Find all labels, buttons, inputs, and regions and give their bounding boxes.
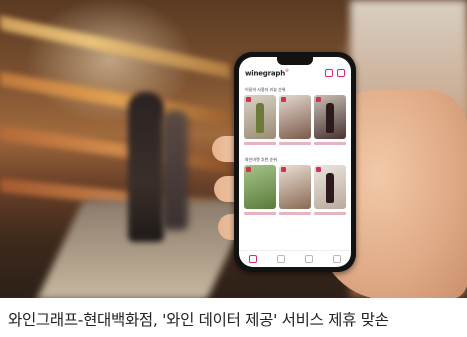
phone-notch [277,57,313,65]
rating [244,142,276,145]
wine-card [279,165,311,209]
rating [279,212,311,215]
photo-caption: 와인그래프-현대백화점, '와인 데이터 제공' 서비스 제휴 맞손 [0,300,467,337]
wine-bottle-image [326,173,334,203]
rating [314,142,346,145]
rank-badge [281,167,286,172]
wine-meta-row [244,141,349,147]
shopper-silhouette [162,110,188,230]
rank-badge [246,97,251,102]
wine-card-row [244,95,349,139]
rank-badge [316,167,321,172]
app-logo: winegraph® [245,68,289,78]
bookmark-icon [305,255,313,263]
wine-card [314,165,346,209]
store-shelf [0,125,230,173]
wine-card [314,95,346,139]
rating [244,212,276,215]
bottom-tab-bar [239,250,351,267]
section-title: 이달의 사용자 리뷰 순위 [245,87,286,92]
wine-card [244,165,276,209]
photo: winegraph® 이달의 사용자 리뷰 순위 와인마켓 추천 순위 [0,0,467,298]
shopper-silhouette [128,92,164,242]
home-icon [249,255,257,263]
section-title: 와인마켓 추천 순위 [245,157,277,162]
wine-card-row [244,165,349,209]
wine-card [279,95,311,139]
rank-badge [316,97,321,102]
menu-icon [337,69,345,77]
smartphone: winegraph® 이달의 사용자 리뷰 순위 와인마켓 추천 순위 [234,52,356,272]
explore-icon [277,255,285,263]
wine-bottle-image [256,103,264,133]
profile-icon [333,255,341,263]
wine-card [244,95,276,139]
wine-bottle-image [326,103,334,133]
store-shelf [0,71,230,127]
caption-text: 와인그래프-현대백화점, '와인 데이터 제공' 서비스 제휴 맞손 [8,310,389,329]
rating [314,212,346,215]
store-shelf [0,15,230,79]
rating [279,142,311,145]
rank-badge [281,97,286,102]
rank-badge [246,167,251,172]
search-icon [325,69,333,77]
app-header: winegraph® [245,67,345,79]
phone-screen: winegraph® 이달의 사용자 리뷰 순위 와인마켓 추천 순위 [239,57,351,267]
wine-meta-row [244,211,349,217]
